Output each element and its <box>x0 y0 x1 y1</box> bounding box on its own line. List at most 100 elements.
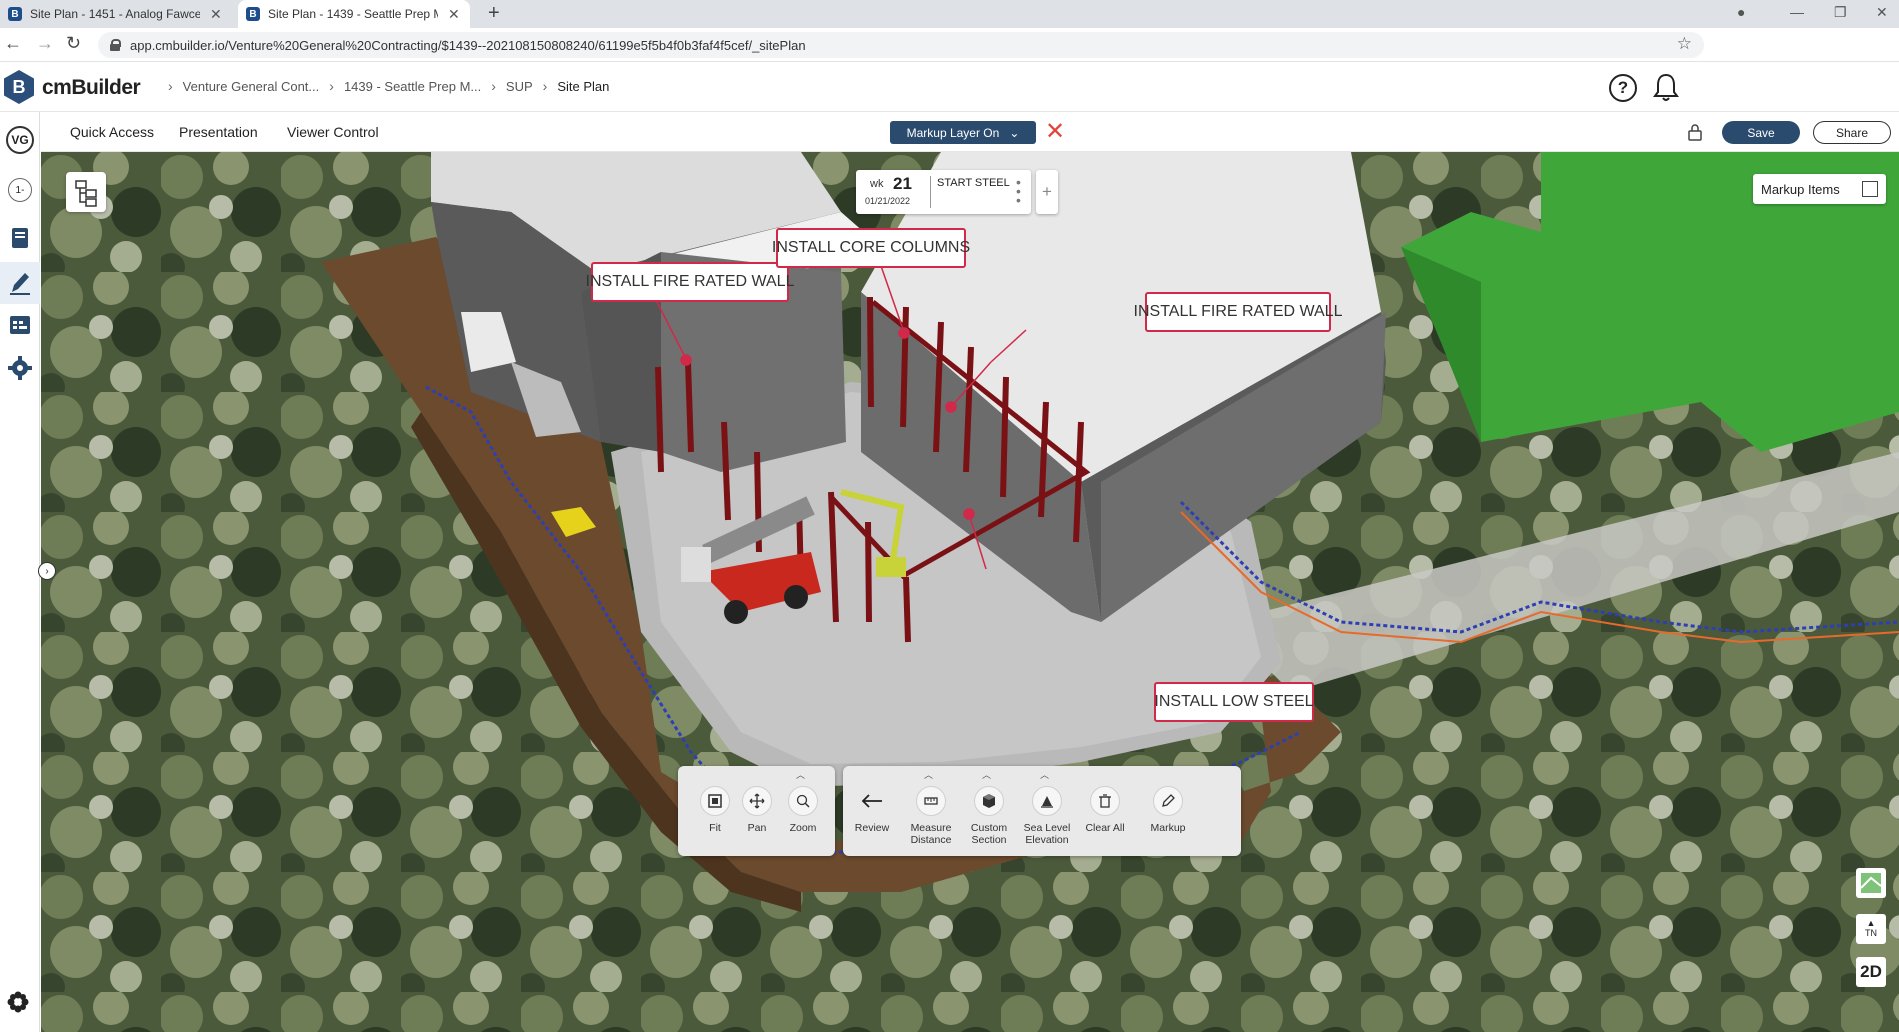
browser-tab-title: Site Plan - 1451 - Analog Fawcett <box>30 7 200 21</box>
chevron-up-icon[interactable]: ︿ <box>982 768 991 781</box>
sea-level-elevation-tool[interactable]: ︿ Sea Level Elevation <box>1018 766 1076 856</box>
week-prefix: wk <box>870 178 884 190</box>
zoom-tool[interactable]: ︿ Zoom <box>774 766 832 856</box>
markup-callout[interactable]: INSTALL LOW STEEL <box>1154 682 1314 722</box>
lock-icon <box>110 39 121 51</box>
close-tab-icon[interactable]: ✕ <box>210 6 222 23</box>
chevron-right-icon: › <box>542 78 548 94</box>
markup-callout[interactable]: INSTALL CORE COLUMNS <box>772 228 970 268</box>
map-icon <box>1860 873 1882 893</box>
markup-tool[interactable]: Markup <box>1139 766 1197 856</box>
more-vertical-icon[interactable]: • • • <box>1016 175 1021 207</box>
site-3d-scene[interactable] <box>41 152 1899 1032</box>
review-tool[interactable]: Review <box>843 766 901 856</box>
apps-flower-icon[interactable] <box>6 990 30 1014</box>
help-icon[interactable]: ? <box>1609 74 1637 102</box>
lock-icon[interactable] <box>1684 121 1706 143</box>
restore-icon[interactable]: ❐ <box>1834 4 1847 21</box>
section-cube-icon <box>974 786 1004 816</box>
measure-label: Measure Distance <box>910 822 952 846</box>
menu-quick-access[interactable]: Quick Access <box>70 124 154 140</box>
menu-viewer-control[interactable]: Viewer Control <box>287 124 379 140</box>
back-icon[interactable]: ← <box>4 33 22 54</box>
close-markup-icon[interactable]: ✕ <box>1045 117 1065 146</box>
true-north-button[interactable]: ▲ TN <box>1856 914 1886 944</box>
chevron-up-icon[interactable]: ︿ <box>924 768 933 781</box>
zoom-label: Zoom <box>789 822 817 834</box>
breadcrumb-phase[interactable]: SUP <box>506 79 533 94</box>
view-mode-toggle[interactable]: 2D <box>1856 957 1886 987</box>
close-window-icon[interactable]: ✕ <box>1876 4 1888 21</box>
profile-dropdown-icon[interactable]: ● <box>1737 4 1745 20</box>
notification-bell-icon[interactable] <box>1652 72 1680 102</box>
document-book-icon[interactable] <box>4 222 36 254</box>
chevron-right-icon: › <box>168 78 173 94</box>
markup-items-button[interactable]: Markup Items <box>1753 174 1886 204</box>
browser-tab-title: Site Plan - 1439 - Seattle Prep M <box>268 7 438 21</box>
save-button[interactable]: Save <box>1722 121 1800 144</box>
browser-tab-1[interactable]: B Site Plan - 1451 - Analog Fawcett ✕ <box>0 0 236 28</box>
breadcrumb: › Venture General Cont... › 1439 - Seatt… <box>158 78 609 94</box>
new-tab-button[interactable]: + <box>488 2 500 25</box>
schedule-calendar-icon[interactable] <box>4 308 36 340</box>
model-tree-button[interactable] <box>66 172 106 212</box>
settings-gear-icon[interactable] <box>4 352 36 384</box>
url-field[interactable]: app.cmbuilder.io/Venture%20General%20Con… <box>98 32 1704 58</box>
left-rail: VG 1- <box>0 112 40 1032</box>
markup-tool-group: Review ︿ Measure Distance ︿ Custom Secti… <box>843 766 1241 856</box>
fit-icon <box>700 786 730 816</box>
back-arrow-icon <box>857 786 887 816</box>
zoom-icon <box>788 786 818 816</box>
markup-pen-icon[interactable] <box>0 262 40 304</box>
add-schedule-item-button[interactable]: + <box>1036 170 1058 214</box>
card-divider <box>930 176 931 208</box>
breadcrumb-project[interactable]: 1439 - Seattle Prep M... <box>344 79 481 94</box>
site-plan-viewer[interactable]: wk 21 01/21/2022 START STEEL • • • + Marku… <box>41 152 1899 1032</box>
custom-section-label: Custom Section <box>970 822 1008 846</box>
navigation-tool-group: Fit Pan ︿ Zoom <box>678 766 835 856</box>
minimize-icon[interactable]: — <box>1790 4 1804 20</box>
sea-level-label: Sea Level Elevation <box>1023 822 1071 846</box>
app-name[interactable]: cmBuilder <box>42 76 141 100</box>
expand-icon <box>1862 181 1878 197</box>
bookmark-star-icon[interactable]: ☆ <box>1677 34 1692 54</box>
browser-tab-2[interactable]: B Site Plan - 1439 - Seattle Prep M ✕ <box>238 0 470 28</box>
chevron-right-icon: › <box>491 78 496 94</box>
schedule-date: 01/21/2022 <box>865 196 911 206</box>
markup-callout[interactable]: INSTALL FIRE RATED WALL <box>586 262 794 302</box>
markup-callout[interactable]: INSTALL FIRE RATED WALL <box>1134 292 1342 332</box>
url-text: app.cmbuilder.io/Venture%20General%20Con… <box>130 37 806 53</box>
markup-layer-dropdown[interactable]: Markup Layer On ⌄ <box>890 121 1036 144</box>
cmbuilder-logo-icon[interactable]: B <box>4 70 34 104</box>
clear-all-tool[interactable]: Clear All <box>1076 766 1134 856</box>
chevron-up-icon[interactable]: ︿ <box>796 768 805 781</box>
forward-icon[interactable]: → <box>36 33 54 54</box>
expand-panel-icon[interactable]: › <box>38 562 56 580</box>
reload-icon[interactable]: ↻ <box>66 33 81 54</box>
pencil-edit-icon <box>1153 786 1183 816</box>
schedule-week-card[interactable]: wk 21 01/21/2022 START STEEL • • • <box>856 170 1031 214</box>
north-label: TN <box>1865 928 1877 938</box>
user-avatar[interactable]: VG <box>6 126 34 154</box>
menu-presentation[interactable]: Presentation <box>179 124 258 140</box>
map-layer-toggle[interactable] <box>1856 868 1886 898</box>
elevation-icon <box>1032 786 1062 816</box>
breadcrumb-company[interactable]: Venture General Cont... <box>183 79 320 94</box>
share-button[interactable]: Share <box>1813 121 1891 144</box>
chevron-up-icon[interactable]: ︿ <box>1040 768 1049 781</box>
close-tab-icon[interactable]: ✕ <box>448 6 460 23</box>
clear-all-label: Clear All <box>1085 822 1125 834</box>
markup-label: Markup <box>1150 822 1186 834</box>
hierarchy-tree-icon <box>75 180 97 207</box>
app-header: B cmBuilder › Venture General Cont... › … <box>0 62 1899 112</box>
measure-distance-tool[interactable]: ︿ Measure Distance <box>902 766 960 856</box>
trash-icon <box>1090 786 1120 816</box>
address-bar: ← → ↻ app.cmbuilder.io/Venture%20General… <box>0 28 1899 62</box>
review-label: Review <box>854 822 890 834</box>
level-badge[interactable]: 1- <box>8 178 32 202</box>
markup-layer-label: Markup Layer On <box>906 125 1000 140</box>
cmbuilder-favicon-icon: B <box>246 7 260 21</box>
pan-arrows-icon <box>742 786 772 816</box>
custom-section-tool[interactable]: ︿ Custom Section <box>960 766 1018 856</box>
north-arrow-icon: ▲ <box>1866 918 1876 928</box>
